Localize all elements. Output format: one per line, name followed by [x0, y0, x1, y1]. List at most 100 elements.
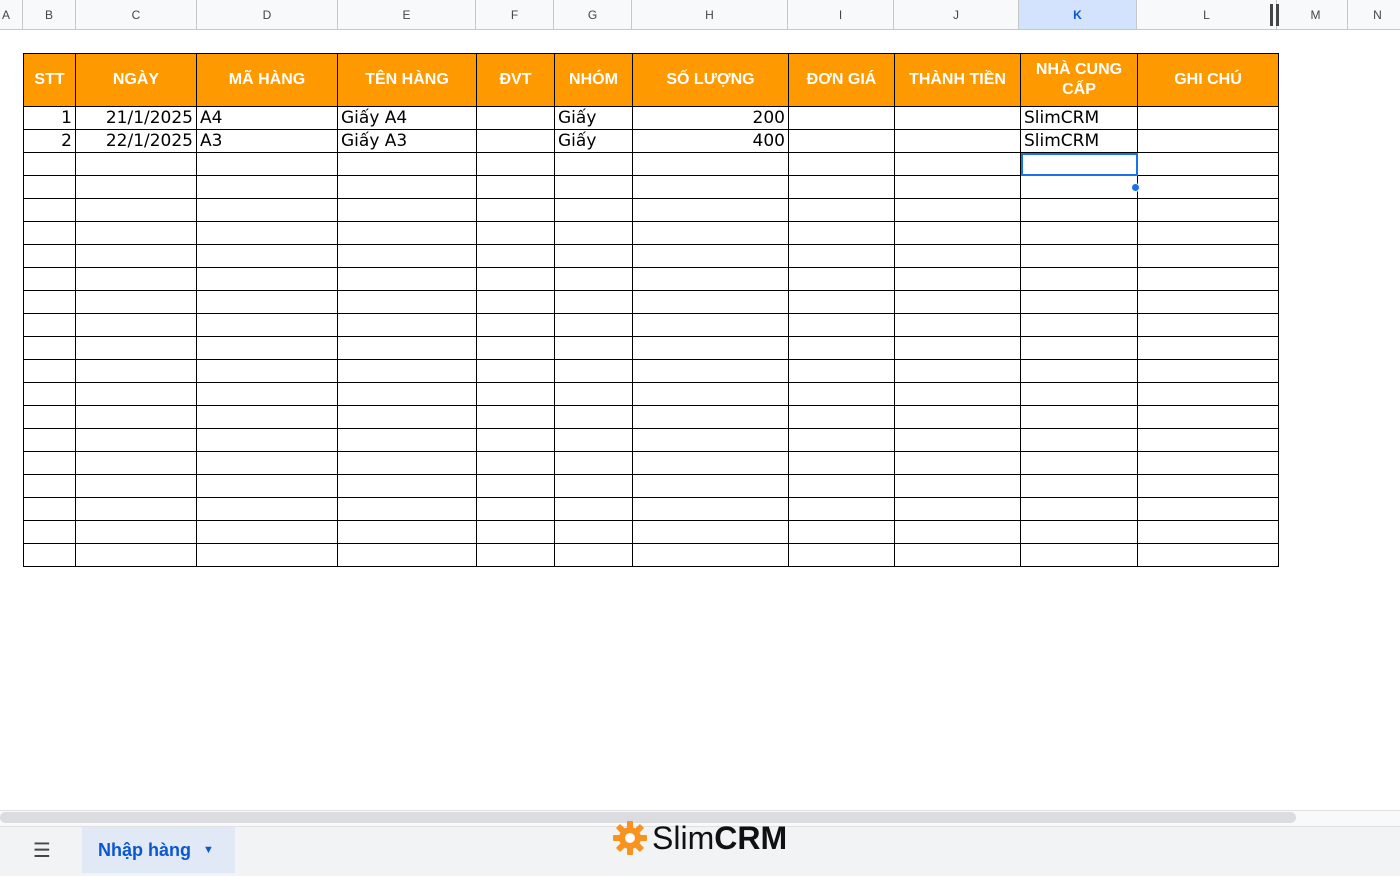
- column-header-n[interactable]: N: [1348, 0, 1400, 29]
- header-cell[interactable]: MÃ HÀNG: [196, 53, 338, 107]
- table-cell[interactable]: [476, 543, 555, 567]
- table-cell[interactable]: [23, 405, 76, 429]
- table-cell[interactable]: [75, 382, 197, 406]
- table-cell[interactable]: [1137, 175, 1279, 199]
- table-cell[interactable]: [75, 336, 197, 360]
- table-cell[interactable]: [1137, 336, 1279, 360]
- table-cell[interactable]: [337, 520, 477, 544]
- table-cell[interactable]: [476, 428, 555, 452]
- column-header-j[interactable]: J: [894, 0, 1019, 29]
- table-cell[interactable]: [476, 290, 555, 314]
- table-cell[interactable]: Giấy A4: [337, 106, 477, 130]
- column-header-g[interactable]: G: [554, 0, 632, 29]
- table-cell[interactable]: [554, 198, 633, 222]
- table-cell[interactable]: [476, 520, 555, 544]
- table-cell[interactable]: [894, 451, 1021, 475]
- table-cell[interactable]: [554, 313, 633, 337]
- table-cell[interactable]: [788, 290, 895, 314]
- column-header-f[interactable]: F: [476, 0, 554, 29]
- table-cell[interactable]: [1137, 451, 1279, 475]
- table-cell[interactable]: [632, 428, 789, 452]
- table-cell[interactable]: [196, 152, 338, 176]
- table-cell[interactable]: [75, 359, 197, 383]
- table-cell[interactable]: [788, 497, 895, 521]
- table-cell[interactable]: [894, 244, 1021, 268]
- table-cell[interactable]: [1137, 313, 1279, 337]
- table-cell[interactable]: [476, 267, 555, 291]
- table-cell[interactable]: [196, 451, 338, 475]
- column-header-c[interactable]: C: [76, 0, 197, 29]
- table-cell[interactable]: [894, 359, 1021, 383]
- table-cell[interactable]: [894, 221, 1021, 245]
- table-cell[interactable]: A3: [196, 129, 338, 153]
- table-cell[interactable]: [788, 175, 895, 199]
- table-cell[interactable]: [196, 405, 338, 429]
- table-cell[interactable]: [1137, 405, 1279, 429]
- table-cell[interactable]: [788, 244, 895, 268]
- table-cell[interactable]: [554, 221, 633, 245]
- table-cell[interactable]: [1137, 359, 1279, 383]
- table-cell[interactable]: [75, 520, 197, 544]
- table-cell[interactable]: [788, 520, 895, 544]
- table-cell[interactable]: [788, 474, 895, 498]
- table-cell[interactable]: [632, 198, 789, 222]
- header-cell[interactable]: ĐƠN GIÁ: [788, 53, 895, 107]
- table-cell[interactable]: [23, 543, 76, 567]
- table-cell[interactable]: [554, 428, 633, 452]
- table-cell[interactable]: [23, 152, 76, 176]
- table-cell[interactable]: [1137, 382, 1279, 406]
- table-cell[interactable]: [894, 336, 1021, 360]
- table-cell[interactable]: [788, 198, 895, 222]
- table-cell[interactable]: [1020, 198, 1138, 222]
- table-cell[interactable]: [894, 313, 1021, 337]
- table-cell[interactable]: [337, 221, 477, 245]
- table-cell[interactable]: [476, 198, 555, 222]
- column-header-a[interactable]: A: [0, 0, 23, 29]
- table-cell[interactable]: [476, 474, 555, 498]
- table-cell[interactable]: [632, 267, 789, 291]
- table-cell[interactable]: [476, 451, 555, 475]
- table-cell[interactable]: [196, 497, 338, 521]
- header-cell[interactable]: THÀNH TIỀN: [894, 53, 1021, 107]
- table-cell[interactable]: [894, 543, 1021, 567]
- table-cell[interactable]: [75, 267, 197, 291]
- table-cell[interactable]: [337, 497, 477, 521]
- table-cell[interactable]: [894, 290, 1021, 314]
- header-cell[interactable]: TÊN HÀNG: [337, 53, 477, 107]
- table-cell[interactable]: [476, 382, 555, 406]
- table-cell[interactable]: [788, 336, 895, 360]
- table-cell[interactable]: [632, 221, 789, 245]
- table-cell[interactable]: [23, 520, 76, 544]
- table-cell[interactable]: [788, 129, 895, 153]
- table-cell[interactable]: [894, 520, 1021, 544]
- table-cell[interactable]: [1137, 129, 1279, 153]
- table-cell[interactable]: [554, 175, 633, 199]
- table-cell[interactable]: [1020, 244, 1138, 268]
- table-cell[interactable]: [23, 451, 76, 475]
- table-cell[interactable]: [788, 382, 895, 406]
- table-cell[interactable]: [337, 382, 477, 406]
- table-cell[interactable]: [554, 267, 633, 291]
- table-cell[interactable]: [23, 198, 76, 222]
- table-cell[interactable]: [476, 359, 555, 383]
- table-cell[interactable]: [554, 451, 633, 475]
- table-cell[interactable]: [75, 198, 197, 222]
- table-cell[interactable]: [554, 497, 633, 521]
- table-cell[interactable]: [23, 244, 76, 268]
- table-cell[interactable]: [554, 290, 633, 314]
- table-cell[interactable]: [23, 336, 76, 360]
- table-cell[interactable]: [337, 175, 477, 199]
- table-cell[interactable]: [476, 129, 555, 153]
- table-cell[interactable]: [632, 474, 789, 498]
- table-cell[interactable]: [23, 382, 76, 406]
- table-cell[interactable]: Giấy A3: [337, 129, 477, 153]
- header-cell[interactable]: NGÀY: [75, 53, 197, 107]
- header-cell[interactable]: STT: [23, 53, 76, 107]
- table-cell[interactable]: [894, 405, 1021, 429]
- column-header-k[interactable]: K: [1019, 0, 1137, 29]
- table-cell[interactable]: [476, 313, 555, 337]
- table-cell[interactable]: [337, 405, 477, 429]
- table-cell[interactable]: [788, 152, 895, 176]
- table-cell[interactable]: [23, 175, 76, 199]
- table-cell[interactable]: [632, 244, 789, 268]
